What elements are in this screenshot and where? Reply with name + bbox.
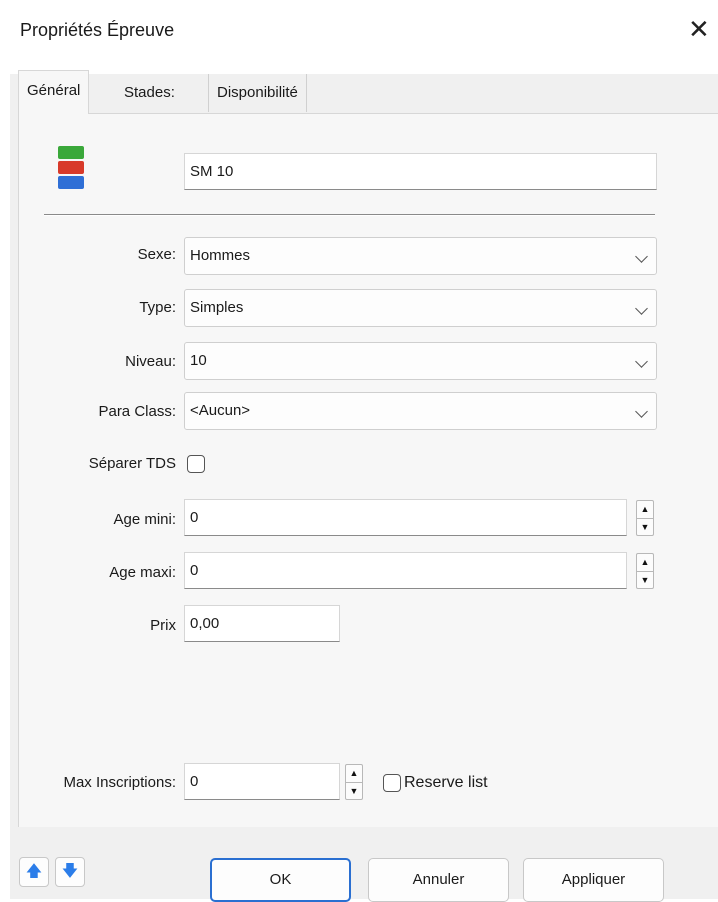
age-mini-spinner[interactable]: ▲ ▼	[636, 500, 654, 536]
spin-down-icon[interactable]: ▼	[346, 783, 362, 800]
separer-tds-label: Séparer TDS	[88, 455, 176, 472]
window-title: Propriétés Épreuve	[20, 20, 175, 40]
spin-up-icon[interactable]: ▲	[637, 501, 653, 519]
para-class-value: <Aucun>	[190, 402, 251, 419]
spin-up-icon[interactable]: ▲	[346, 765, 362, 783]
spin-up-icon[interactable]: ▲	[637, 554, 653, 572]
age-mini-input[interactable]: 0	[184, 499, 627, 536]
annuler-button[interactable]: Annuler	[368, 858, 509, 902]
stacked-layers-icon	[58, 146, 84, 190]
sexe-select[interactable]: Hommes	[184, 237, 657, 275]
spin-down-icon[interactable]: ▼	[637, 572, 653, 589]
para-class-label: Para Class:	[98, 403, 176, 420]
chevron-down-icon	[635, 355, 648, 368]
niveau-value: 10	[190, 352, 207, 369]
chevron-down-icon	[635, 302, 648, 315]
ok-button[interactable]: OK	[210, 858, 351, 902]
separer-tds-checkbox[interactable]	[187, 455, 205, 473]
prix-label: Prix	[150, 617, 176, 634]
age-maxi-input[interactable]: 0	[184, 552, 627, 589]
arrow-up-icon: 🡅	[25, 863, 43, 880]
reserve-list-label: Reserve list	[404, 774, 488, 791]
type-label: Type:	[139, 299, 176, 316]
sexe-label: Sexe:	[137, 246, 176, 263]
niveau-label: Niveau:	[125, 353, 176, 370]
spin-down-icon[interactable]: ▼	[637, 519, 653, 536]
separator	[44, 214, 655, 216]
age-maxi-spinner[interactable]: ▲ ▼	[636, 553, 654, 589]
event-name-input[interactable]: SM 10	[184, 153, 657, 190]
type-value: Simples	[190, 299, 244, 316]
reserve-list-checkbox[interactable]	[383, 774, 401, 792]
niveau-select[interactable]: 10	[184, 342, 657, 380]
tab-general[interactable]: Général	[18, 70, 90, 114]
arrow-down-icon: 🡇	[61, 863, 79, 880]
move-up-button[interactable]: 🡅	[19, 857, 49, 887]
appliquer-button[interactable]: Appliquer	[523, 858, 664, 902]
max-inscriptions-input[interactable]: 0	[184, 763, 340, 800]
max-inscriptions-label: Max Inscriptions:	[0, 774, 176, 791]
max-inscriptions-label-text: Max Inscriptions:	[63, 774, 176, 791]
type-select[interactable]: Simples	[184, 289, 657, 327]
age-mini-label: Age mini:	[113, 511, 176, 528]
para-class-select[interactable]: <Aucun>	[184, 392, 657, 430]
max-inscriptions-spinner[interactable]: ▲ ▼	[345, 764, 363, 800]
age-maxi-label: Age maxi:	[109, 564, 176, 581]
chevron-down-icon	[635, 405, 648, 418]
sexe-value: Hommes	[190, 247, 251, 264]
chevron-down-icon	[635, 250, 648, 263]
tab-disponibilite[interactable]: Disponibilité	[208, 74, 307, 112]
close-icon[interactable]: ✕	[688, 16, 710, 42]
tab-stades[interactable]: Stades:	[116, 74, 183, 112]
move-down-button[interactable]: 🡇	[55, 857, 85, 887]
prix-input[interactable]: 0,00	[184, 605, 340, 642]
